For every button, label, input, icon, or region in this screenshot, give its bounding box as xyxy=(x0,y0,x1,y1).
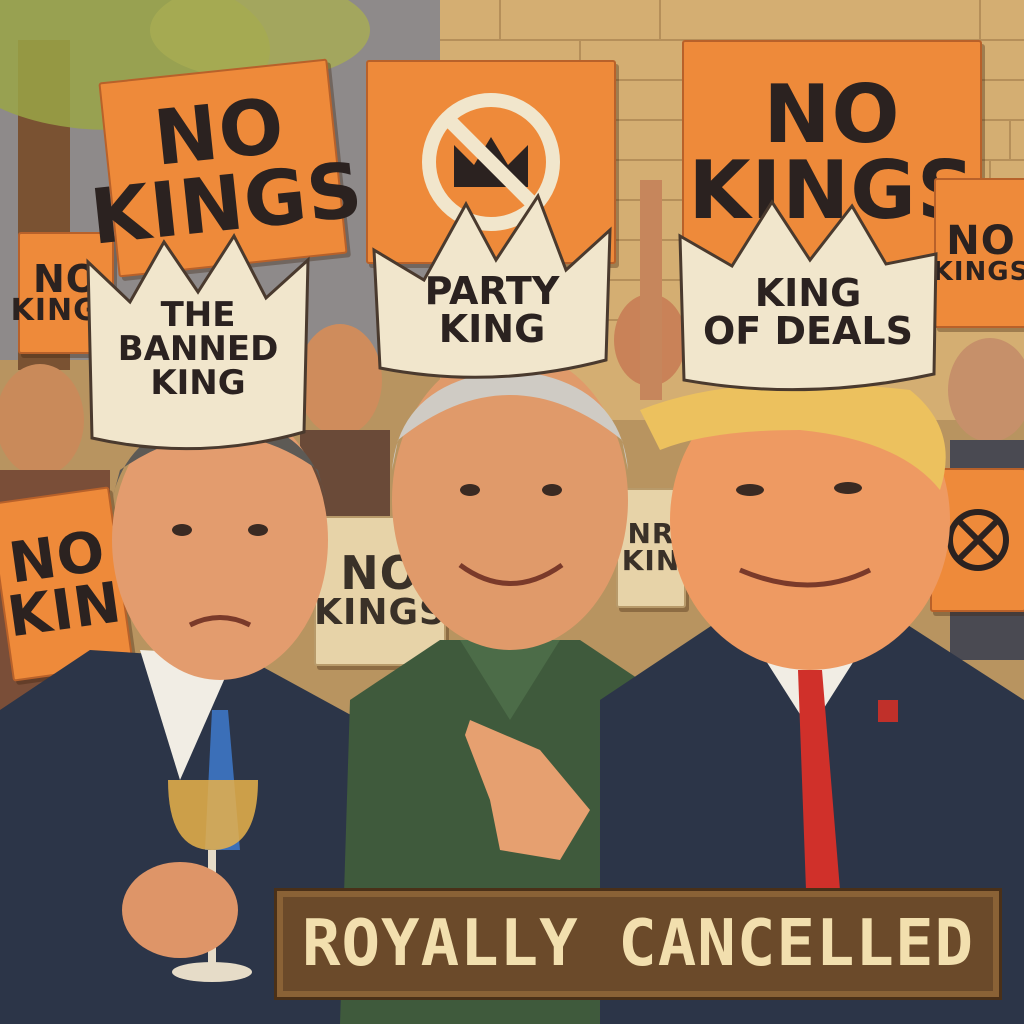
crown-middle-label: PARTY KING xyxy=(370,272,614,348)
crown-left-line-3: KING xyxy=(150,363,246,403)
crown-middle-line-1: PARTY xyxy=(424,269,560,313)
crown-middle: PARTY KING xyxy=(370,190,614,384)
crown-middle-line-2: KING xyxy=(438,307,546,351)
crown-left-line-1: THE xyxy=(160,295,236,335)
protest-sign: NO KINGS xyxy=(932,178,1024,328)
crown-right-line-1: KING xyxy=(754,271,862,315)
sign-line: NO xyxy=(763,68,901,161)
crown-right: KING OF DEALS xyxy=(676,196,940,396)
crown-left-line-2: BANNED xyxy=(117,329,279,369)
illustration: NO KINGS NO KINGS NO KINGS NO KINGS NO K… xyxy=(0,0,1024,1024)
crown-right-line-2: OF DEALS xyxy=(703,309,913,353)
sign-line: KINGS xyxy=(932,256,1024,287)
sign-line: NO xyxy=(946,217,1016,264)
crown-left-label: THE BANNED KING xyxy=(84,298,312,400)
caption-banner: ROYALLY CANCELLED xyxy=(274,888,1002,1000)
caption-text: ROYALLY CANCELLED xyxy=(301,907,975,981)
crown-right-label: KING OF DEALS xyxy=(676,274,940,350)
crown-left: THE BANNED KING xyxy=(84,232,312,456)
